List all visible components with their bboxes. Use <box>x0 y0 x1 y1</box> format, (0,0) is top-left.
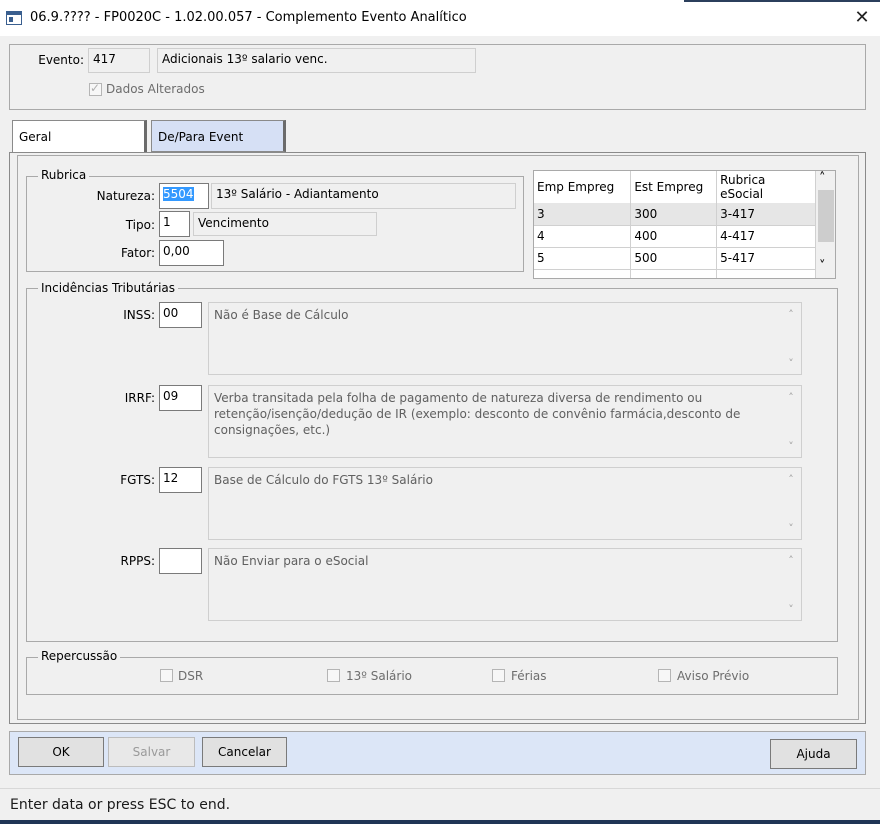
window-title: 06.9.???? - FP0020C - 1.02.00.057 - Comp… <box>30 10 467 25</box>
chevron-up-icon[interactable]: ˄ <box>784 307 798 323</box>
tab-de-para-event[interactable]: De/Para Event <box>151 120 286 152</box>
table-row[interactable]: 3 300 3-417 <box>534 203 816 226</box>
incidencias-caption: Incidências Tributárias <box>38 281 179 295</box>
aviso-previo-label: Aviso Prévio <box>677 669 750 683</box>
table-row[interactable]: 5 500 5-417 <box>534 247 816 270</box>
tab-geral[interactable]: Geral <box>12 120 147 152</box>
table-cell[interactable] <box>534 269 632 278</box>
salvar-button[interactable]: Salvar <box>108 737 195 767</box>
status-text: Enter data or press ESC to end. <box>10 797 231 813</box>
repercussao-caption: Repercussão <box>38 649 121 663</box>
table-cell[interactable] <box>630 269 718 278</box>
irrf-description: Verba transitada pela folha de pagamento… <box>208 385 802 458</box>
evento-description-field: Adicionais 13º salario venc. <box>157 48 476 73</box>
rubrica-caption: Rubrica <box>38 168 90 182</box>
ferias-label: Férias <box>511 669 547 683</box>
irrf-description-text: Verba transitada pela folha de pagamento… <box>214 391 741 437</box>
chevron-up-icon[interactable]: ˄ <box>784 472 798 488</box>
close-icon[interactable]: ✕ <box>846 6 878 30</box>
dados-alterados-label: Dados Alterados <box>106 82 205 96</box>
table-cell[interactable]: 300 <box>630 203 718 226</box>
chevron-down-icon[interactable]: ˅ <box>784 439 798 455</box>
tipo-input[interactable]: 1 <box>159 211 190 237</box>
fator-input[interactable]: 0,00 <box>159 240 224 266</box>
inss-input[interactable]: 00 <box>159 302 202 328</box>
ajuda-button[interactable]: Ajuda <box>770 739 857 769</box>
table-cell[interactable]: 3 <box>534 203 632 226</box>
chevron-up-icon[interactable]: ˄ <box>784 553 798 569</box>
table-scrollbar[interactable]: ˄ ˅ <box>816 171 835 278</box>
table-row[interactable]: 4 400 4-417 <box>534 225 816 248</box>
bottom-border <box>0 820 880 824</box>
title-accent-line <box>684 0 880 2</box>
fgts-description-text: Base de Cálculo do FGTS 13º Salário <box>214 473 433 487</box>
chevron-down-icon[interactable]: ˅ <box>784 602 798 618</box>
natureza-selected-text: 5504 <box>163 187 194 201</box>
chevron-up-icon[interactable]: ˄ <box>784 390 798 406</box>
column-header-est-empreg[interactable]: Est Empreg <box>630 171 718 203</box>
aviso-previo-checkbox[interactable] <box>658 669 671 682</box>
chevron-up-icon[interactable]: ˄ <box>819 171 826 186</box>
status-bar: Enter data or press ESC to end. <box>0 788 880 824</box>
check-icon: ✓ <box>90 81 101 95</box>
column-header-emp-empreg[interactable]: Emp Empreg <box>534 171 632 203</box>
ok-button[interactable]: OK <box>18 737 104 767</box>
table-header-row: Emp Empreg Est Empreg Rubrica eSocial <box>534 171 816 203</box>
irrf-label: IRRF: <box>124 391 155 405</box>
tipo-label: Tipo: <box>125 218 155 232</box>
inss-description: Não é Base de Cálculo ˄ ˅ <box>208 302 802 375</box>
chevron-down-icon[interactable]: ˅ <box>819 259 826 274</box>
natureza-description-field: 13º Salário - Adiantamento <box>211 183 516 209</box>
fator-label: Fator: <box>121 246 155 260</box>
rpps-description-text: Não Enviar para o eSocial <box>214 554 369 568</box>
ferias-checkbox[interactable] <box>492 669 505 682</box>
fgts-description: Base de Cálculo do FGTS 13º Salário ˄ ˅ <box>208 467 802 540</box>
data-table: Emp Empreg Est Empreg Rubrica eSocial 3 … <box>534 171 816 278</box>
13-salario-checkbox[interactable] <box>327 669 340 682</box>
13-salario-label: 13º Salário <box>346 669 413 683</box>
chevron-down-icon[interactable]: ˅ <box>784 356 798 372</box>
table-row[interactable] <box>534 269 816 278</box>
dsr-label: DSR <box>178 669 204 683</box>
window-app-icon <box>6 11 22 25</box>
column-header-rubrica-esocial[interactable]: Rubrica eSocial <box>716 171 816 203</box>
title-bar: 06.9.???? - FP0020C - 1.02.00.057 - Comp… <box>0 0 880 36</box>
evento-label: Evento: <box>38 53 84 67</box>
dsr-checkbox[interactable] <box>160 669 173 682</box>
fgts-input[interactable]: 12 <box>159 467 202 493</box>
evento-code-field: 417 <box>88 48 150 73</box>
inss-label: INSS: <box>123 308 155 322</box>
natureza-input[interactable]: 5504 <box>159 183 209 209</box>
tipo-description-field: Vencimento <box>193 212 377 236</box>
table-cell[interactable]: 4-417 <box>716 225 816 248</box>
table-cell[interactable]: 4 <box>534 225 632 248</box>
cancelar-button[interactable]: Cancelar <box>202 737 287 767</box>
dados-alterados-checkbox[interactable]: ✓ <box>89 81 102 96</box>
rpps-input[interactable] <box>159 548 202 574</box>
natureza-label: Natureza: <box>96 189 155 203</box>
fgts-label: FGTS: <box>120 473 155 487</box>
table-cell[interactable]: 5-417 <box>716 247 816 270</box>
irrf-input[interactable]: 09 <box>159 385 202 411</box>
rpps-label: RPPS: <box>120 554 155 568</box>
table-cell[interactable] <box>716 269 816 278</box>
rubrica-esocial-table[interactable]: Emp Empreg Est Empreg Rubrica eSocial 3 … <box>533 170 836 279</box>
rpps-description: Não Enviar para o eSocial ˄ ˅ <box>208 548 802 621</box>
table-cell[interactable]: 500 <box>630 247 718 270</box>
scrollbar-thumb[interactable] <box>818 190 834 242</box>
inss-description-text: Não é Base de Cálculo <box>214 308 349 322</box>
table-cell[interactable]: 3-417 <box>716 203 816 226</box>
table-cell[interactable]: 400 <box>630 225 718 248</box>
table-cell[interactable]: 5 <box>534 247 632 270</box>
chevron-down-icon[interactable]: ˅ <box>784 521 798 537</box>
